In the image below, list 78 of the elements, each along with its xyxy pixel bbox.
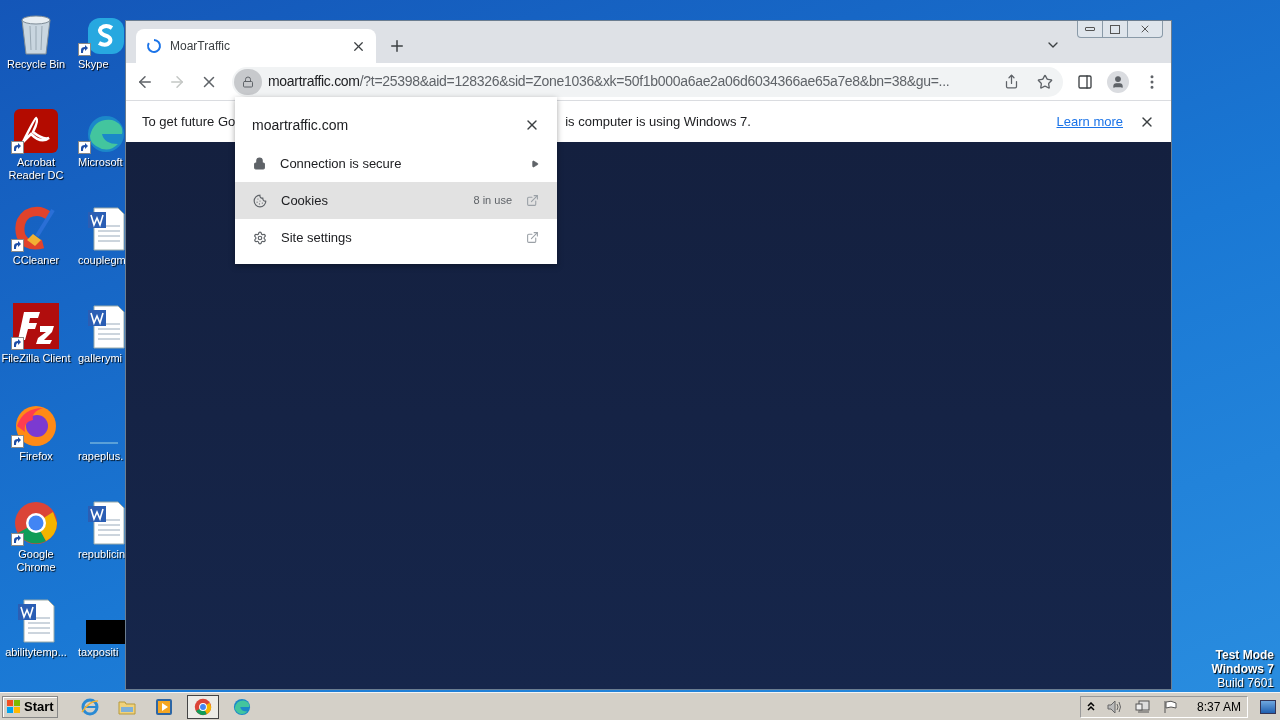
- pdf-reader-icon: [13, 108, 59, 154]
- menu-item-label: Site settings: [281, 228, 353, 247]
- desktop-icon-label[interactable]: republicin: [78, 548, 126, 561]
- edge-icon: [232, 697, 251, 716]
- media-player-icon: [154, 697, 173, 716]
- show-hidden-icons-icon[interactable]: [1086, 702, 1095, 711]
- test-mode-text: Build 7601: [1217, 676, 1274, 690]
- word-document-icon: [86, 304, 126, 350]
- infobar-text: is computer is using Windows 7.: [565, 112, 751, 131]
- bookmark-star-icon[interactable]: [1037, 73, 1053, 90]
- chrome-icon: [193, 697, 212, 716]
- url-text: moartraffic.com/?t=25398&aid=128326&sid=Zone1036&xk=50f1b000a6ae2a06d6034366ae65a7e8&bn=38&gu=...: [268, 72, 951, 91]
- shortcut-arrow-icon: [11, 435, 24, 448]
- shortcut-arrow-icon: [11, 533, 24, 546]
- popup-menu-item[interactable]: Connection is secure: [235, 145, 557, 182]
- desktop-icon-label[interactable]: Firefox: [0, 450, 72, 463]
- desktop-icon-label[interactable]: couplegm: [78, 254, 126, 267]
- desktop-icon-label[interactable]: FileZilla Client: [0, 352, 72, 365]
- desktop-icon-label[interactable]: rapeplus.: [78, 450, 124, 463]
- menu-item-label: Cookies: [281, 191, 329, 210]
- popup-menu-item[interactable]: Cookies 8 in use: [235, 182, 557, 219]
- loading-spinner-icon: [146, 38, 162, 54]
- external-link-icon: [526, 231, 539, 244]
- word-document-icon: [86, 206, 126, 252]
- tab-title: MoarTraffic: [170, 38, 231, 55]
- lock-icon: [253, 157, 266, 170]
- shortcut-arrow-icon: [78, 141, 91, 154]
- infobar-text: To get future Go: [142, 112, 236, 131]
- popup-title: moartraffic.com: [252, 115, 350, 135]
- menu-item-label: Connection is secure: [280, 154, 403, 173]
- browser-tab[interactable]: MoarTraffic: [136, 29, 376, 63]
- popup-menu-item[interactable]: Site settings: [235, 219, 557, 256]
- internet-explorer-icon: [80, 697, 99, 716]
- edge-icon: [86, 114, 126, 154]
- cookie-count: 8 in use: [473, 193, 512, 209]
- skype-icon: [86, 16, 126, 56]
- profile-icon[interactable]: [1107, 70, 1129, 93]
- site-info-button[interactable]: [234, 68, 262, 95]
- shortcut-arrow-icon: [11, 239, 24, 252]
- show-desktop-button[interactable]: [1260, 699, 1276, 714]
- speaker-icon[interactable]: [1106, 699, 1123, 714]
- settings-icon: [253, 230, 267, 245]
- recycle-bin-icon: [18, 14, 54, 56]
- word-document-icon: [16, 598, 56, 644]
- lock-icon: [242, 75, 254, 88]
- desktop-icon-label[interactable]: Acrobat Reader DC: [0, 156, 72, 182]
- filezilla-icon: [12, 302, 60, 350]
- word-document-icon: [86, 500, 126, 546]
- test-mode-text: Test Mode: [1215, 648, 1274, 662]
- submenu-arrow-icon: [531, 159, 539, 168]
- desktop-icon-label[interactable]: Microsoft: [78, 156, 123, 169]
- desktop-icon-label[interactable]: Skype: [78, 58, 109, 71]
- desktop-icon-label[interactable]: Recycle Bin: [0, 58, 72, 71]
- learn-more-link[interactable]: Learn more: [1056, 111, 1123, 132]
- test-mode-text: Windows 7: [1211, 662, 1274, 676]
- desktop-icon-label[interactable]: abilitytemp...: [0, 646, 72, 659]
- desktop-icon-label[interactable]: CCleaner: [0, 254, 72, 267]
- taskbar-app-button[interactable]: [186, 694, 219, 719]
- side-panel-icon[interactable]: [1077, 73, 1093, 90]
- share-icon[interactable]: [1004, 74, 1019, 89]
- thumbnail-icon: [86, 620, 126, 644]
- desktop-icon-label[interactable]: gallerymi: [78, 352, 122, 365]
- shortcut-arrow-icon: [11, 141, 24, 154]
- folder-icon: [117, 698, 136, 715]
- chrome-icon: [13, 500, 59, 546]
- shortcut-arrow-icon: [78, 43, 91, 56]
- cookie-icon: [253, 193, 267, 208]
- start-button[interactable]: Start: [2, 695, 58, 718]
- new-tab-icon[interactable]: [388, 37, 406, 55]
- address-bar[interactable]: moartraffic.com/?t=25398&aid=128326&sid=Zone1036&xk=50f1b000a6ae2a06d6034366ae65a7e8&bn=38&gu=...: [232, 66, 1063, 97]
- desktop-icon-label[interactable]: Google Chrome: [0, 548, 72, 574]
- clock-text[interactable]: 8:37 AM: [1196, 697, 1241, 716]
- flag-icon[interactable]: [1162, 699, 1179, 714]
- windows-logo-icon: [6, 698, 22, 715]
- external-link-icon: [526, 194, 539, 207]
- network-icon[interactable]: [1134, 699, 1151, 714]
- shortcut-arrow-icon: [11, 337, 24, 350]
- desktop-icon-label[interactable]: taxpositi: [78, 646, 119, 659]
